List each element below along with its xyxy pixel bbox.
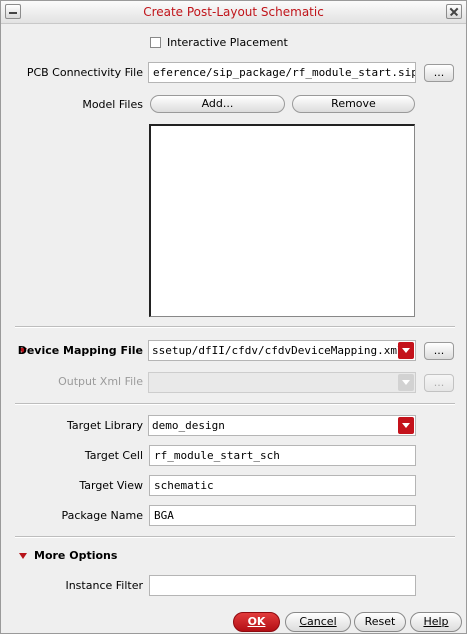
dialog-window: Create Post-Layout Schematic Interactive… xyxy=(0,0,467,634)
separator xyxy=(15,326,455,328)
cancel-button[interactable]: Cancel xyxy=(285,612,351,632)
package-name-label: Package Name xyxy=(61,509,143,522)
target-library-combo[interactable]: demo_design xyxy=(148,415,416,436)
help-label: Help xyxy=(423,615,449,628)
target-library-label: Target Library xyxy=(67,419,143,432)
close-icon[interactable] xyxy=(446,4,462,19)
device-mapping-label: Device Mapping File xyxy=(17,344,143,357)
interactive-placement-checkbox[interactable] xyxy=(150,37,161,48)
dropdown-arrow-icon[interactable] xyxy=(398,417,414,434)
instance-filter-label: Instance Filter xyxy=(65,579,143,592)
model-files-list[interactable] xyxy=(149,124,415,317)
separator xyxy=(15,403,455,405)
output-xml-combo xyxy=(148,372,416,393)
output-xml-browse-button: ... xyxy=(424,374,454,392)
target-view-field[interactable]: schematic xyxy=(149,475,416,496)
model-files-label: Model Files xyxy=(82,98,143,111)
add-model-button[interactable]: Add... xyxy=(150,95,285,113)
cancel-label: Cancel xyxy=(299,615,337,628)
output-xml-label: Output Xml File xyxy=(58,375,143,388)
device-mapping-combo[interactable]: ssetup/dfII/cfdv/cfdvDeviceMapping.xml xyxy=(148,340,416,361)
device-mapping-value: ssetup/dfII/cfdv/cfdvDeviceMapping.xml xyxy=(152,344,404,357)
target-library-value: demo_design xyxy=(152,419,225,432)
remove-model-button[interactable]: Remove xyxy=(292,95,415,113)
title-bar[interactable]: Create Post-Layout Schematic xyxy=(1,1,466,24)
device-mapping-browse-button[interactable]: ... xyxy=(424,342,454,360)
target-cell-field[interactable]: rf_module_start_sch xyxy=(149,445,416,466)
pcb-connectivity-browse-button[interactable]: ... xyxy=(424,64,454,82)
ok-button[interactable]: OK xyxy=(233,612,280,632)
pcb-connectivity-label: PCB Connectivity File xyxy=(26,66,143,79)
more-options-label[interactable]: More Options xyxy=(34,549,117,562)
ok-label: OK xyxy=(247,615,266,628)
instance-filter-field[interactable] xyxy=(149,575,416,596)
help-button[interactable]: Help xyxy=(410,612,462,632)
pcb-connectivity-field[interactable]: eference/sip_package/rf_module_start.sip xyxy=(148,62,416,83)
collapse-triangle-icon[interactable] xyxy=(19,553,27,559)
dropdown-arrow-icon xyxy=(398,374,414,391)
reset-button[interactable]: Reset xyxy=(354,612,406,632)
package-name-field[interactable]: BGA xyxy=(149,505,416,526)
separator xyxy=(15,536,455,538)
target-view-label: Target View xyxy=(79,479,143,492)
target-cell-label: Target Cell xyxy=(84,449,143,462)
dropdown-arrow-icon[interactable] xyxy=(398,342,414,359)
window-title: Create Post-Layout Schematic xyxy=(143,5,324,19)
interactive-placement-label: Interactive Placement xyxy=(167,36,288,49)
